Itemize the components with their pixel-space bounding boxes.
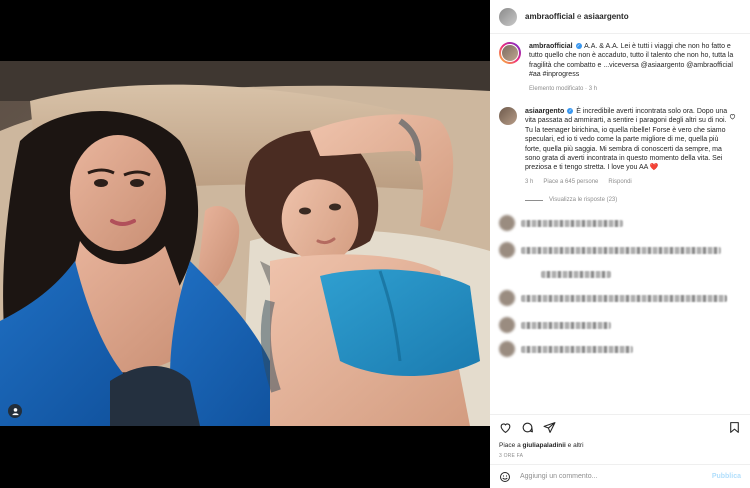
comment-time: 3 h (525, 178, 534, 185)
blurred-comment (499, 283, 741, 313)
blurred-comment-text (521, 321, 611, 329)
caption-username[interactable]: ambraofficial (529, 43, 573, 50)
likes-prefix: Piace a (499, 442, 523, 449)
caption-avatar[interactable] (499, 42, 521, 64)
comment-body: asiaargento ✓ È incredibile averti incon… (525, 107, 741, 187)
bookmark-icon[interactable] (728, 421, 741, 434)
blurred-comment-text (521, 219, 623, 227)
view-replies-button[interactable]: Visualizza le risposte (23) (525, 197, 741, 203)
comment-meta: 3 h Piace a 645 persone Rispondi (525, 178, 729, 187)
emoji-icon[interactable] (499, 471, 511, 483)
comment-like-icon[interactable] (729, 113, 736, 120)
caption-edited: Elemento modificato · 3 h (529, 85, 598, 92)
blurred-comments (499, 211, 741, 361)
comment-text: È incredibile averti incontrata solo ora… (525, 108, 728, 172)
caption: ambraofficial ✓ A.A. & A.A. Lei è tutti … (499, 42, 741, 94)
post-header: ambraofficial e asiaargento (490, 0, 750, 34)
comment: asiaargento ✓ È incredibile averti incon… (499, 107, 741, 187)
post-actions (490, 414, 750, 440)
blurred-comment-text (521, 345, 633, 353)
likes-suffix: e altri (565, 442, 584, 449)
verified-badge-icon: ✓ (567, 108, 574, 115)
header-connector: e (574, 12, 584, 21)
blurred-avatar (499, 215, 515, 232)
blurred-avatar (499, 242, 515, 259)
post-side-panel: ambraofficial e asiaargento ambraofficia… (490, 0, 750, 488)
blurred-comment (499, 235, 741, 265)
blurred-comment (499, 337, 741, 361)
blurred-comment-text (521, 294, 727, 302)
comment-avatar[interactable] (499, 107, 517, 126)
blurred-comment (499, 211, 741, 235)
replies-divider (525, 199, 543, 201)
post-media (0, 0, 490, 488)
blurred-comment-text (521, 246, 721, 254)
blurred-avatar (499, 290, 515, 307)
likes-summary[interactable]: Piace a giuliapaladinii e altri (490, 440, 750, 452)
share-icon[interactable] (543, 421, 556, 434)
verified-badge-icon: ✓ (575, 43, 582, 50)
header-usernames: ambraofficial e asiaargento (525, 12, 629, 21)
tagged-users-button[interactable] (8, 404, 22, 418)
caption-body: ambraofficial ✓ A.A. & A.A. Lei è tutti … (529, 42, 741, 94)
person-tag-icon (11, 407, 19, 415)
publish-button[interactable]: Pubblica (712, 473, 741, 480)
red-heart-emoji: ❤️ (649, 164, 659, 172)
instagram-post: ambraofficial e asiaargento ambraofficia… (0, 0, 750, 488)
comment-likes[interactable]: Piace a 645 persone (543, 178, 598, 187)
caption-meta: Elemento modificato · 3 h (529, 85, 741, 94)
post-photo[interactable] (0, 61, 490, 426)
header-username[interactable]: ambraofficial (525, 12, 575, 21)
blurred-avatar (499, 341, 515, 358)
blurred-comment (499, 313, 741, 337)
reply-button[interactable]: Rispondi (608, 178, 631, 187)
comment-username[interactable]: asiaargento (525, 108, 564, 115)
header-coauthor[interactable]: asiaargento (584, 12, 629, 21)
photo-illustration (0, 61, 490, 426)
blurred-avatar (499, 317, 515, 334)
blurred-comment (499, 265, 741, 283)
comment-input[interactable]: Aggiungi un commento... (520, 473, 703, 480)
comment-icon[interactable] (521, 421, 534, 434)
likes-user[interactable]: giuliapaladinii (523, 442, 566, 449)
comment-composer: Aggiungi un commento... Pubblica (490, 464, 750, 488)
view-replies-label: Visualizza le risposte (23) (549, 197, 618, 204)
header-avatar[interactable] (499, 7, 517, 26)
heart-icon[interactable] (499, 421, 512, 434)
comments-section[interactable]: ambraofficial ✓ A.A. & A.A. Lei è tutti … (490, 34, 750, 414)
post-date: 3 ORE FA (499, 453, 524, 459)
blurred-comment-text (541, 270, 611, 278)
